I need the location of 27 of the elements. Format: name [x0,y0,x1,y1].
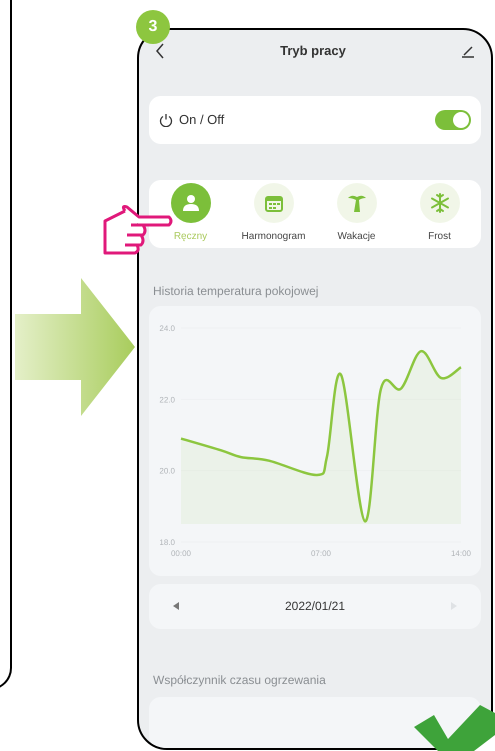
snowflake-icon [430,193,450,214]
axis-label: 24.0 [159,324,175,334]
power-toggle[interactable] [435,110,471,130]
power-icon [159,112,173,127]
mode-option[interactable]: Wakacje [316,183,396,244]
section-title: Historia temperatura pokojowej [152,283,320,300]
calendar-icon [264,193,284,214]
section-title: Współczynnik czasu ogrzewania [152,672,327,689]
palm-tree-icon [346,193,366,214]
screen-title: Tryb pracy [280,42,346,60]
mode-option[interactable]: Harmonogram [234,183,314,244]
mode-option[interactable]: Frost [400,183,480,244]
axis-label: 20.0 [159,466,175,476]
axis-label: 18.0 [159,538,175,548]
axis-label: 14:00 [450,549,472,558]
previous-arrow-icon[interactable] [173,602,179,610]
step-badge: 3 [136,10,170,44]
person-icon [180,193,200,214]
back-icon[interactable] [155,42,165,59]
checkmark-icon [414,705,495,751]
pencil-icon[interactable] [460,44,475,58]
axis-label: 22.0 [159,395,175,404]
axis-label: 07:00 [310,549,332,558]
axis-label: 00:00 [170,549,192,558]
big-arrow-icon [15,278,135,416]
date-label: 2022/01/21 [284,598,346,616]
power-label: On / Off [179,110,224,129]
